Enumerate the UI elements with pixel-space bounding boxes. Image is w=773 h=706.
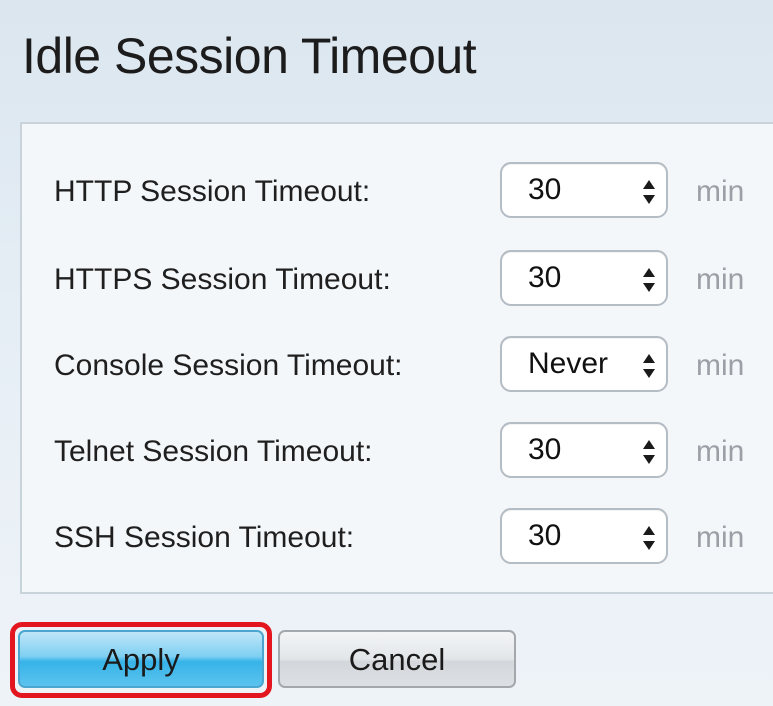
ssh-timeout-select[interactable]: 30 bbox=[500, 508, 668, 564]
http-timeout-select[interactable]: 30 bbox=[500, 162, 668, 218]
console-timeout-select[interactable]: Never bbox=[500, 336, 668, 392]
console-timeout-row: Console Session Timeout: Never min bbox=[22, 336, 773, 396]
https-timeout-label: HTTPS Session Timeout: bbox=[54, 263, 391, 296]
ssh-timeout-row: SSH Session Timeout: 30 min bbox=[22, 508, 773, 568]
updown-chevron-icon bbox=[643, 180, 655, 204]
telnet-timeout-row: Telnet Session Timeout: 30 min bbox=[22, 422, 773, 482]
updown-chevron-icon bbox=[643, 268, 655, 292]
ssh-timeout-unit: min bbox=[696, 521, 745, 554]
telnet-timeout-label: Telnet Session Timeout: bbox=[54, 435, 373, 468]
ssh-timeout-value: 30 bbox=[528, 519, 562, 552]
http-timeout-unit: min bbox=[696, 175, 745, 208]
updown-chevron-icon bbox=[643, 440, 655, 464]
https-timeout-unit: min bbox=[696, 263, 745, 296]
console-timeout-unit: min bbox=[696, 349, 745, 382]
timeout-settings-panel: HTTP Session Timeout: 30 min HTTPS Sessi… bbox=[20, 122, 773, 594]
apply-button[interactable]: Apply bbox=[18, 630, 264, 688]
updown-chevron-icon bbox=[643, 526, 655, 550]
page-title: Idle Session Timeout bbox=[22, 28, 477, 84]
console-timeout-value: Never bbox=[528, 347, 609, 380]
updown-chevron-icon bbox=[643, 354, 655, 378]
https-timeout-row: HTTPS Session Timeout: 30 min bbox=[22, 250, 773, 310]
http-timeout-value: 30 bbox=[528, 173, 562, 206]
telnet-timeout-value: 30 bbox=[528, 433, 562, 466]
idle-session-timeout-page: Idle Session Timeout HTTP Session Timeou… bbox=[0, 0, 773, 706]
cancel-button[interactable]: Cancel bbox=[278, 630, 516, 688]
ssh-timeout-label: SSH Session Timeout: bbox=[54, 521, 355, 554]
http-timeout-row: HTTP Session Timeout: 30 min bbox=[22, 162, 773, 222]
https-timeout-value: 30 bbox=[528, 261, 562, 294]
console-timeout-label: Console Session Timeout: bbox=[54, 349, 403, 382]
telnet-timeout-select[interactable]: 30 bbox=[500, 422, 668, 478]
https-timeout-select[interactable]: 30 bbox=[500, 250, 668, 306]
telnet-timeout-unit: min bbox=[696, 435, 745, 468]
http-timeout-label: HTTP Session Timeout: bbox=[54, 175, 371, 208]
